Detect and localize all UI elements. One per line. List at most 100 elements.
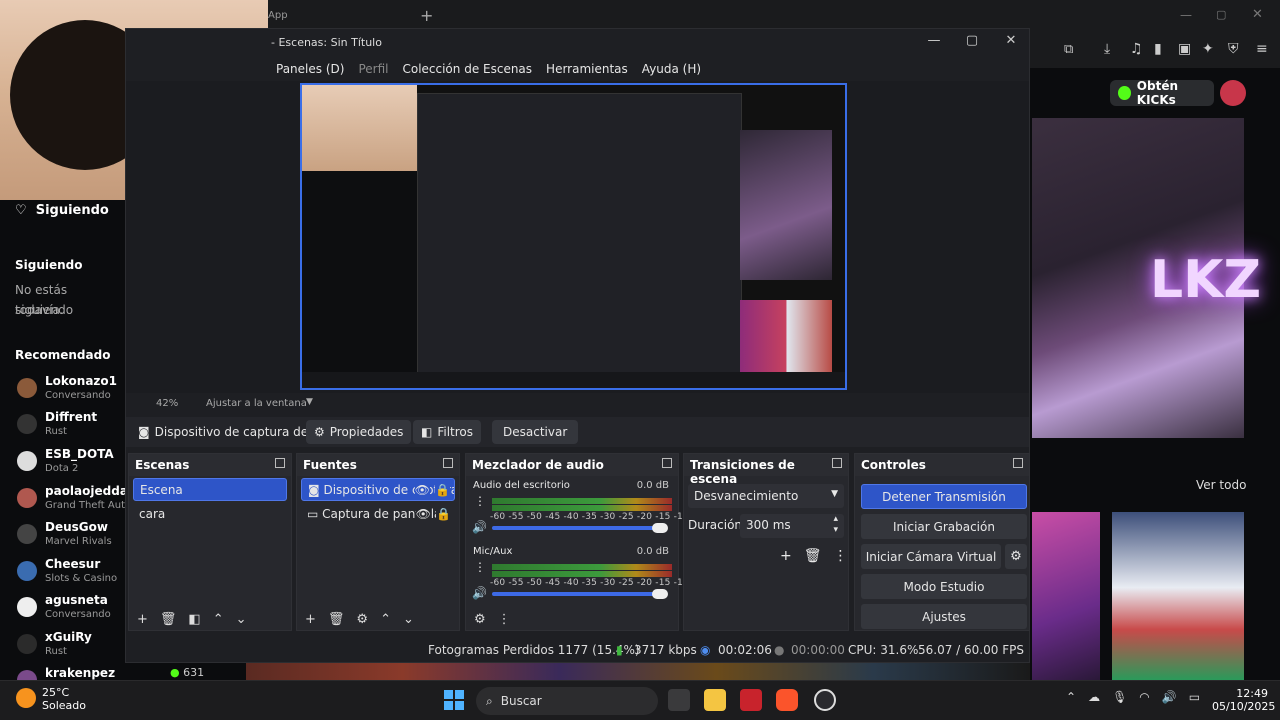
streamer-item[interactable]: agusneta Conversando bbox=[15, 593, 127, 629]
chevron-up-icon[interactable]: ⌃ bbox=[1066, 690, 1076, 704]
popout-icon[interactable] bbox=[1013, 458, 1023, 468]
gear-icon[interactable]: ⚙ bbox=[474, 612, 486, 627]
speaker-icon[interactable]: 🔊 bbox=[472, 520, 487, 534]
scene-item[interactable]: cara bbox=[133, 503, 287, 526]
eye-icon[interactable]: 👁 bbox=[415, 507, 431, 521]
start-recording-button[interactable]: Iniciar Grabación bbox=[861, 514, 1027, 539]
volume-slider-handle[interactable] bbox=[652, 523, 668, 533]
trash-icon[interactable]: 🗑 bbox=[804, 548, 822, 564]
taskbar-search[interactable]: ⌕ Buscar bbox=[476, 687, 658, 715]
user-avatar[interactable] bbox=[1220, 80, 1246, 106]
ai-icon[interactable]: ✦ bbox=[1202, 41, 1214, 57]
menu-profile[interactable]: Perfil bbox=[358, 57, 388, 81]
mcafee-icon[interactable] bbox=[740, 689, 762, 711]
volume-icon[interactable]: 🔊 bbox=[1162, 690, 1177, 704]
filters-button[interactable]: ◧ Filtros bbox=[413, 420, 482, 444]
more-icon[interactable]: ⋮ bbox=[498, 612, 511, 627]
maximize-icon[interactable]: ▢ bbox=[959, 33, 985, 53]
lock-icon[interactable]: 🔒 bbox=[436, 507, 451, 521]
menu-tools[interactable]: Herramientas bbox=[546, 57, 628, 81]
minimize-icon[interactable]: — bbox=[921, 33, 947, 53]
minimize-browser-icon[interactable]: — bbox=[1180, 8, 1192, 22]
brave-browser-icon[interactable] bbox=[776, 689, 798, 711]
get-kicks-button[interactable]: Obtén KICKs bbox=[1110, 79, 1214, 107]
tab-app-label[interactable]: App bbox=[268, 10, 288, 21]
screenshot-icon[interactable]: ⧉ bbox=[1064, 42, 1073, 57]
stop-stream-button[interactable]: Detener Transmisión bbox=[861, 484, 1027, 509]
popout-icon[interactable] bbox=[662, 458, 672, 468]
wallet-icon[interactable]: ▣ bbox=[1178, 41, 1191, 57]
studio-mode-button[interactable]: Modo Estudio bbox=[861, 574, 1027, 599]
game-thumbnail-fc26[interactable] bbox=[1112, 512, 1244, 680]
add-icon[interactable]: + bbox=[137, 612, 148, 627]
deactivate-button[interactable]: Desactivar bbox=[492, 420, 579, 444]
up-icon[interactable]: ⌃ bbox=[213, 612, 224, 627]
streamer-item[interactable]: Cheesur Slots & Casino bbox=[15, 557, 127, 593]
close-icon[interactable]: ✕ bbox=[998, 33, 1024, 53]
popout-icon[interactable] bbox=[275, 458, 285, 468]
shield-icon[interactable]: ⛨ bbox=[1228, 41, 1239, 57]
zoom-percent[interactable]: 42% bbox=[156, 398, 178, 409]
up-icon[interactable]: ⌃ bbox=[380, 612, 391, 627]
down-icon[interactable]: ⌄ bbox=[403, 612, 414, 627]
add-icon[interactable]: + bbox=[780, 548, 792, 564]
lock-icon[interactable]: 🔒 bbox=[435, 483, 450, 497]
down-icon[interactable]: ⌄ bbox=[236, 612, 247, 627]
file-explorer-icon[interactable] bbox=[704, 689, 726, 711]
streamer-item[interactable]: ESB_DOTA Dota 2 bbox=[15, 447, 127, 483]
category-thumbnails-strip[interactable] bbox=[246, 663, 1030, 680]
menu-panels[interactable]: Paneles (D) bbox=[276, 57, 344, 81]
start-virtual-camera-button[interactable]: Iniciar Cámara Virtual bbox=[861, 544, 1001, 569]
more-icon[interactable]: ⋮ bbox=[474, 494, 486, 508]
filter-icon[interactable]: ◧ bbox=[188, 612, 200, 627]
streamer-item[interactable]: Diffrent Rust bbox=[15, 410, 127, 446]
settings-button[interactable]: Ajustes bbox=[861, 604, 1027, 629]
popout-icon[interactable] bbox=[832, 458, 842, 468]
ver-todo-link[interactable]: Ver todo bbox=[1196, 478, 1246, 492]
download-icon[interactable]: ⤓ bbox=[1104, 41, 1110, 57]
scene-item[interactable]: Escena bbox=[133, 478, 287, 501]
sidebar-icon[interactable]: ▮ bbox=[1154, 41, 1162, 57]
gear-icon[interactable]: ⚙ bbox=[356, 612, 368, 627]
menu-icon[interactable]: ≡ bbox=[1256, 41, 1268, 57]
zoom-dropdown-icon[interactable]: ▼ bbox=[306, 397, 313, 407]
popout-icon[interactable] bbox=[443, 458, 453, 468]
trash-icon[interactable]: 🗑 bbox=[160, 612, 177, 627]
more-icon[interactable]: ⋮ bbox=[834, 548, 848, 564]
start-button[interactable] bbox=[444, 690, 464, 710]
streamer-item[interactable]: xGuiRy Rust bbox=[15, 630, 127, 666]
microphone-icon[interactable]: 🎙 bbox=[1112, 690, 1127, 704]
trash-icon[interactable]: 🗑 bbox=[328, 612, 345, 627]
menu-help[interactable]: Ayuda (H) bbox=[642, 57, 701, 81]
game-thumbnail-league[interactable] bbox=[1032, 512, 1100, 680]
new-tab-button[interactable]: + bbox=[420, 6, 433, 25]
cloud-icon[interactable]: ☁ bbox=[1088, 690, 1100, 704]
task-view-icon[interactable] bbox=[668, 689, 690, 711]
duration-spinbox[interactable]: 300 ms ▴ ▾ bbox=[740, 514, 844, 538]
volume-slider[interactable] bbox=[492, 526, 662, 530]
eye-icon[interactable]: 👁 bbox=[414, 483, 430, 497]
streamer-item[interactable]: DeusGow Marvel Rivals bbox=[15, 520, 127, 556]
wifi-icon[interactable]: ◠ bbox=[1139, 690, 1149, 704]
virtual-camera-settings-icon[interactable]: ⚙ bbox=[1005, 544, 1027, 569]
menu-scene-collection[interactable]: Colección de Escenas bbox=[402, 57, 532, 81]
taskbar-clock[interactable]: 12:49 05/10/2025 bbox=[1212, 687, 1275, 713]
following-nav-item[interactable]: ♡ Siguiendo bbox=[15, 203, 109, 218]
maximize-browser-icon[interactable]: ▢ bbox=[1216, 8, 1226, 21]
streamer-item[interactable]: paolaojedda Grand Theft Auto bbox=[15, 484, 131, 520]
source-item[interactable]: ▭ Captura de pantalla 👁 🔒 bbox=[301, 503, 455, 526]
weather-widget[interactable]: 25°C Soleado bbox=[42, 686, 86, 712]
battery-icon[interactable]: ▭ bbox=[1189, 690, 1200, 704]
add-icon[interactable]: + bbox=[305, 612, 316, 627]
program-preview[interactable] bbox=[300, 83, 847, 390]
zoom-fit[interactable]: Ajustar a la ventana bbox=[206, 398, 307, 409]
music-icon[interactable]: ♫ bbox=[1130, 41, 1143, 57]
volume-slider[interactable] bbox=[492, 592, 662, 596]
close-browser-icon[interactable]: ✕ bbox=[1252, 7, 1263, 22]
streamer-item[interactable]: Lokonazo1 Conversando bbox=[15, 374, 127, 410]
volume-slider-handle[interactable] bbox=[652, 589, 668, 599]
properties-button[interactable]: ⚙ Propiedades bbox=[306, 420, 412, 444]
transition-select[interactable]: Desvanecimiento ▼ bbox=[688, 484, 844, 508]
speaker-icon[interactable]: 🔊 bbox=[472, 586, 487, 600]
source-item[interactable]: ◙ Dispositivo de captura 👁 🔒 bbox=[301, 478, 455, 501]
